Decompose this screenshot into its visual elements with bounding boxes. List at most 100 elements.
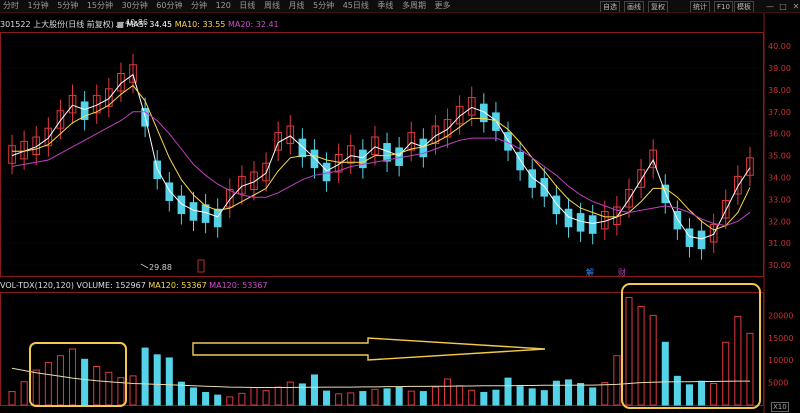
- volume-bar: [746, 332, 754, 406]
- volume-bar: [93, 365, 101, 406]
- volume-bar: [44, 361, 52, 406]
- price-tick-label: 39.00: [768, 64, 791, 73]
- candle-body: [395, 147, 403, 166]
- tab-5[interactable]: 60分钟: [153, 0, 185, 12]
- tab-0[interactable]: 分时: [0, 0, 22, 12]
- indicator-toggle-icon[interactable]: ■: [116, 20, 124, 29]
- f10-button[interactable]: F10: [714, 1, 733, 12]
- volume-bar: [202, 391, 210, 406]
- volume-bar: [20, 381, 28, 406]
- price-tick-label: 34.00: [768, 173, 791, 182]
- volume-bar: [528, 388, 536, 406]
- candle-body: [310, 149, 319, 169]
- price-tick-label: 36.00: [768, 130, 791, 139]
- unlock-badge[interactable]: 解: [586, 267, 594, 277]
- candle-body: [552, 195, 561, 215]
- toolbar: 分时 1分钟 5分钟 15分钟 30分钟 60分钟 分钟 120 日线 周线 月…: [0, 0, 800, 13]
- volume-bar: [468, 389, 476, 406]
- ma-line-ma10: [12, 84, 751, 231]
- volume-bar: [274, 386, 282, 406]
- volume-bar: [613, 355, 621, 406]
- volume-legend: VOL-TDX(120,120) VOLUME: 152967 MA120: 5…: [0, 280, 268, 292]
- volume-bar: [637, 305, 645, 406]
- tab-7[interactable]: 120: [213, 0, 234, 12]
- volume-bar: [589, 387, 597, 406]
- volume-bar: [661, 341, 669, 406]
- zoom-badge[interactable]: X10: [771, 402, 789, 412]
- stats-button[interactable]: 统计: [690, 1, 710, 12]
- close-icon[interactable]: ✕: [788, 1, 800, 12]
- earnings-badge[interactable]: 财: [618, 267, 626, 277]
- price-legend: 301522 上大股份(日线 前复权) ■ MA5: 34.45 MA10: 3…: [0, 19, 279, 31]
- price-tick-label: 40.00: [768, 42, 791, 51]
- ma-line-ma20: [11, 111, 751, 227]
- candle-body: [322, 162, 331, 182]
- candle-body: [576, 213, 585, 232]
- adjust-button[interactable]: 复权: [648, 1, 668, 12]
- volume-bar: [189, 387, 198, 406]
- price-tick-label: 37.00: [768, 108, 791, 117]
- tab-15[interactable]: 更多: [432, 0, 454, 12]
- volume-bar: [722, 341, 730, 406]
- candle-body: [153, 160, 162, 180]
- tab-13[interactable]: 季线: [374, 0, 396, 12]
- tab-10[interactable]: 月线: [286, 0, 308, 12]
- volume-value: VOLUME: 152967: [76, 281, 146, 290]
- volume-bar: [480, 391, 488, 406]
- price-panel-frame: [0, 32, 764, 277]
- volume-bar: [153, 354, 161, 406]
- volume-bar: [8, 391, 16, 406]
- volume-bar: [540, 390, 548, 406]
- volume-bar: [226, 396, 234, 406]
- candle-body: [298, 138, 307, 158]
- volume-bar: [105, 371, 113, 406]
- candle-body: [588, 215, 597, 234]
- price-tick-label: 35.00: [768, 152, 791, 161]
- volume-bar: [516, 386, 524, 406]
- tab-9[interactable]: 周线: [261, 0, 283, 12]
- template-button[interactable]: 模板: [734, 1, 754, 12]
- volume-bar: [359, 391, 367, 406]
- volume-tick-label: 10000: [768, 356, 793, 365]
- tab-12[interactable]: 45日线: [340, 0, 372, 12]
- volume-bar: [141, 347, 149, 406]
- volume-bar: [117, 377, 125, 406]
- candle-body: [80, 101, 89, 120]
- event-marker[interactable]: [197, 259, 205, 273]
- tab-4[interactable]: 30分钟: [119, 0, 151, 12]
- tab-1[interactable]: 1分钟: [25, 0, 52, 12]
- price-tick-label: 33.00: [768, 195, 791, 204]
- volume-indicator-name[interactable]: VOL-TDX(120,120): [0, 281, 74, 290]
- volume-ma120-b: MA120: 53367: [209, 281, 268, 290]
- tab-14[interactable]: 多周期: [399, 0, 429, 12]
- volume-bar: [310, 374, 318, 406]
- candle-body: [540, 178, 549, 197]
- favorites-button[interactable]: 自选: [600, 1, 620, 12]
- moving-average-lines: [11, 73, 751, 240]
- tab-6[interactable]: 分钟: [188, 0, 210, 12]
- candle-body: [189, 202, 198, 221]
- volume-bar: [577, 382, 585, 406]
- volume-bar: [335, 393, 343, 406]
- volume-bar: [69, 348, 77, 406]
- tab-3[interactable]: 15分钟: [84, 0, 116, 12]
- draw-button[interactable]: 画线: [624, 1, 644, 12]
- volume-bar: [32, 369, 40, 406]
- tab-2[interactable]: 5分钟: [54, 0, 81, 12]
- volume-bar: [81, 358, 89, 406]
- tab-11[interactable]: 5分钟: [310, 0, 337, 12]
- candle-body: [685, 228, 694, 247]
- volume-bar: [685, 384, 693, 406]
- volume-bar: [371, 388, 379, 406]
- volume-bar: [456, 385, 464, 406]
- volume-bars: [8, 296, 754, 406]
- price-tick-label: 38.00: [768, 86, 791, 95]
- volume-bar: [625, 296, 633, 406]
- volume-bar: [129, 375, 137, 406]
- stock-title: 301522 上大股份(日线 前复权): [0, 20, 114, 29]
- volume-bar: [262, 390, 270, 406]
- volume-bar: [395, 387, 403, 406]
- volume-bar: [601, 382, 609, 406]
- volume-bar: [649, 314, 657, 406]
- tab-8[interactable]: 日线: [236, 0, 258, 12]
